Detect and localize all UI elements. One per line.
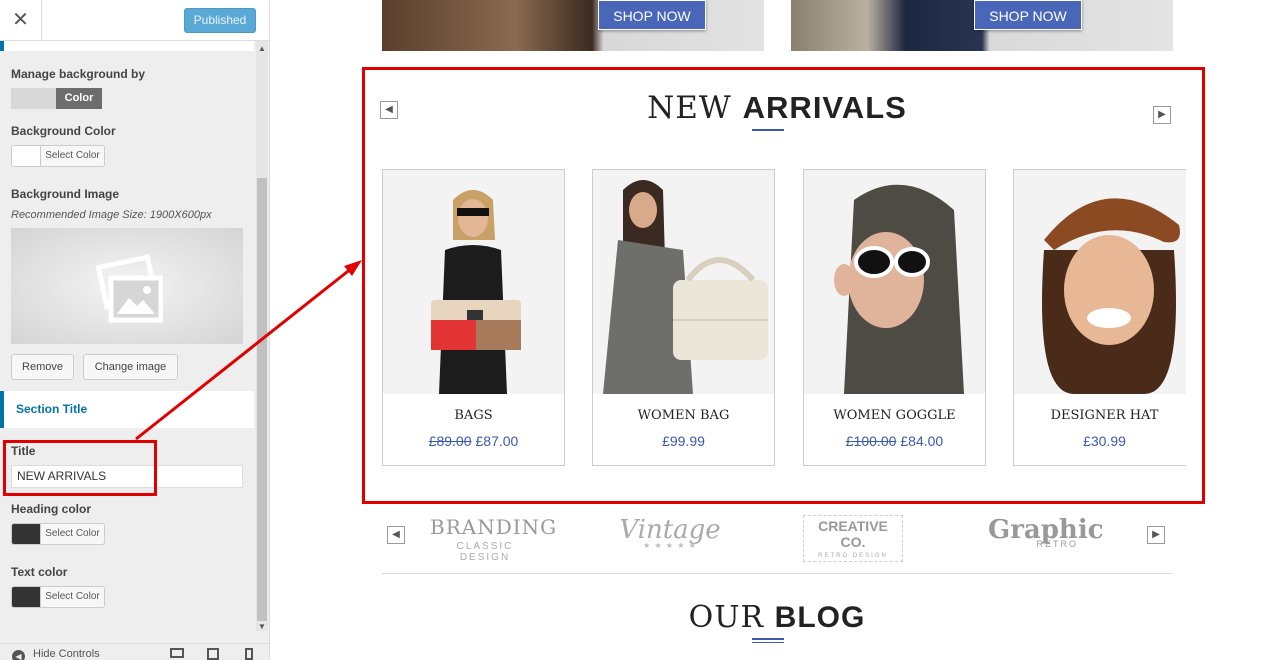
manage-background-toggle[interactable]: Color bbox=[11, 88, 102, 109]
heading-underline bbox=[752, 129, 784, 131]
section-divider bbox=[382, 573, 1173, 574]
shop-now-button[interactable]: SHOP NOW bbox=[598, 0, 706, 30]
background-image-preview[interactable] bbox=[11, 228, 243, 344]
brands-next-icon[interactable]: ▶ bbox=[1147, 526, 1165, 544]
image-size-note: Recommended Image Size: 1900X600px bbox=[11, 209, 212, 221]
product-image[interactable] bbox=[804, 170, 985, 394]
blog-heading: OUR BLOG bbox=[270, 600, 1284, 635]
blog-heading-bold: BLOG bbox=[774, 601, 866, 634]
current-price: £30.99 bbox=[1083, 433, 1126, 449]
product-price: £99.99 bbox=[593, 433, 774, 449]
product-name[interactable]: WOMEN GOGGLE bbox=[804, 408, 985, 423]
text-color-picker[interactable]: Select Color bbox=[11, 586, 105, 608]
select-color-label: Select Color bbox=[40, 146, 104, 166]
brand-tagline: RETRO DESIGN bbox=[818, 553, 888, 559]
carousel-prev-icon[interactable]: ◀ bbox=[380, 101, 398, 119]
collapse-icon: ◀ bbox=[12, 650, 25, 660]
promo-banner-right: SHOP NOW bbox=[791, 0, 1173, 51]
manage-background-label: Manage background by bbox=[11, 67, 146, 81]
heading-underline-secondary bbox=[752, 642, 784, 643]
arrivals-heading: NEW ARRIVALS bbox=[270, 90, 1284, 126]
title-highlight-box bbox=[3, 440, 157, 496]
product-image[interactable] bbox=[593, 170, 774, 394]
heading-color-picker[interactable]: Select Color bbox=[11, 523, 105, 545]
product-card[interactable]: BAGS £89.00 £87.00 bbox=[382, 169, 565, 466]
brand-name: BRANDING bbox=[430, 515, 558, 539]
customizer-footer: ◀ Hide Controls bbox=[0, 643, 269, 660]
brand-name: CREATIVE CO. bbox=[818, 518, 888, 550]
scroll-up-icon[interactable]: ▲ bbox=[258, 44, 266, 53]
scroll-down-icon[interactable]: ▼ bbox=[258, 622, 266, 631]
blog-heading-light: OUR bbox=[688, 600, 765, 635]
section-title-label: Section Title bbox=[16, 402, 88, 416]
brand-logo[interactable]: Vintage ★ ★ ★ ★ ★ bbox=[618, 515, 722, 550]
product-card[interactable]: DESIGNER HAT £30.99 bbox=[1013, 169, 1186, 466]
brands-prev-icon[interactable]: ◀ bbox=[387, 526, 405, 544]
carousel-next-icon[interactable]: ▶ bbox=[1153, 106, 1171, 124]
arrivals-heading-bold: ARRIVALS bbox=[742, 90, 907, 125]
hide-controls-button[interactable]: ◀ Hide Controls bbox=[12, 648, 100, 660]
product-clip: DESIGNER HAT £30.99 bbox=[1013, 169, 1186, 467]
change-image-button[interactable]: Change image bbox=[83, 354, 178, 380]
desktop-preview-icon[interactable] bbox=[170, 648, 184, 658]
product-name[interactable]: DESIGNER HAT bbox=[1014, 408, 1186, 423]
image-placeholder-icon bbox=[95, 254, 163, 323]
product-price: £89.00 £87.00 bbox=[383, 433, 564, 449]
background-color-label: Background Color bbox=[11, 124, 116, 138]
heading-underline bbox=[752, 638, 784, 640]
remove-image-button[interactable]: Remove bbox=[11, 354, 74, 380]
product-name[interactable]: WOMEN BAG bbox=[593, 408, 774, 423]
select-color-label: Select Color bbox=[40, 587, 104, 607]
brand-logo[interactable]: CREATIVE CO. RETRO DESIGN bbox=[803, 515, 903, 562]
product-image[interactable] bbox=[383, 170, 564, 394]
promo-banner-left: SHOP NOW bbox=[382, 0, 764, 51]
close-button[interactable]: ✕ bbox=[0, 0, 42, 41]
product-card[interactable]: WOMEN BAG £99.99 bbox=[592, 169, 775, 466]
tablet-preview-icon[interactable] bbox=[207, 648, 219, 660]
color-swatch bbox=[12, 524, 40, 544]
current-price: £84.00 bbox=[900, 433, 944, 449]
product-image[interactable] bbox=[1014, 170, 1186, 394]
mobile-preview-icon[interactable] bbox=[245, 648, 253, 660]
heading-color-label: Heading color bbox=[11, 502, 92, 516]
text-color-label: Text color bbox=[11, 565, 68, 579]
old-price: £100.00 bbox=[845, 433, 897, 449]
product-name[interactable]: BAGS bbox=[383, 408, 564, 423]
background-image-label: Background Image bbox=[11, 187, 120, 201]
shop-now-button[interactable]: SHOP NOW bbox=[974, 0, 1082, 30]
section-title-header[interactable]: Section Title bbox=[0, 391, 254, 428]
background-color-picker[interactable]: Select Color bbox=[11, 145, 105, 167]
current-price: £87.00 bbox=[475, 433, 519, 449]
product-price: £30.99 bbox=[1014, 433, 1186, 449]
panel-top-strip bbox=[0, 41, 254, 51]
brand-logo[interactable]: BRANDING CLASSIC DESIGN bbox=[430, 515, 558, 563]
select-color-label: Select Color bbox=[40, 524, 104, 544]
color-swatch bbox=[12, 587, 40, 607]
color-swatch bbox=[12, 146, 40, 166]
arrivals-heading-light: NEW bbox=[647, 90, 732, 126]
sidebar-scrollbar-thumb[interactable] bbox=[257, 178, 267, 621]
current-price: £99.99 bbox=[662, 433, 705, 449]
product-card[interactable]: WOMEN GOGGLE £100.00 £84.00 bbox=[803, 169, 986, 466]
customizer-header: ✕ Published bbox=[0, 0, 269, 41]
brand-tagline: CLASSIC DESIGN bbox=[456, 541, 514, 563]
panel-accent bbox=[0, 41, 4, 51]
hide-controls-label: Hide Controls bbox=[33, 648, 100, 660]
brand-logo[interactable]: Graphic RETRO bbox=[988, 515, 1104, 549]
customizer-sidebar: ✕ Published Manage background by Color B… bbox=[0, 0, 270, 660]
site-preview: SHOP NOW SHOP NOW NEW ARRIVALS ◀ ▶ BAGS … bbox=[270, 0, 1284, 660]
toggle-off-side[interactable] bbox=[11, 88, 56, 109]
publish-button[interactable]: Published bbox=[184, 8, 256, 33]
product-price: £100.00 £84.00 bbox=[804, 433, 985, 449]
old-price: £89.00 bbox=[428, 433, 472, 449]
toggle-color-option[interactable]: Color bbox=[56, 88, 102, 109]
